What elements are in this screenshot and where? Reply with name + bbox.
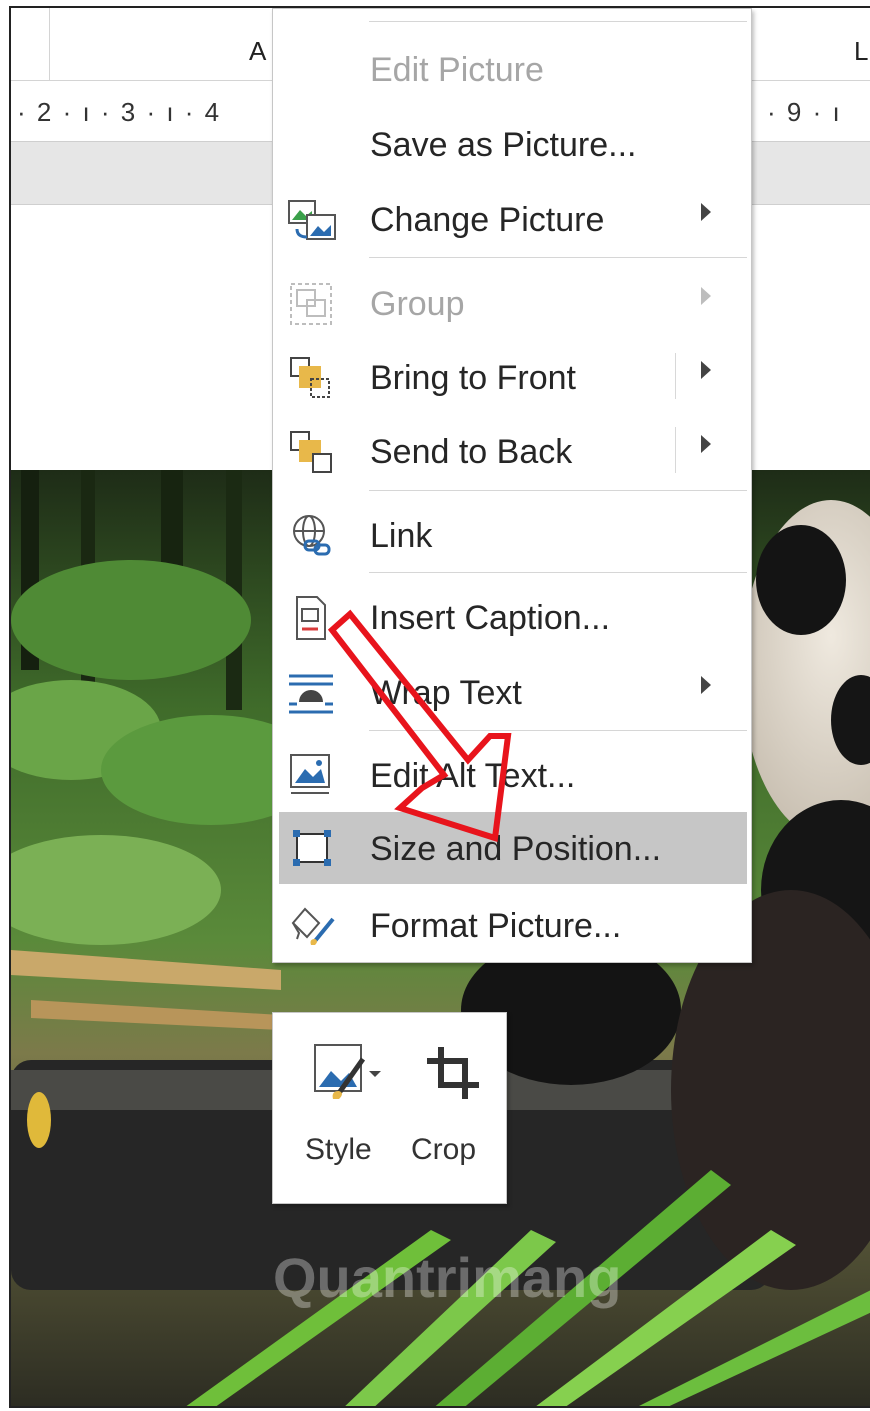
split-divider	[675, 353, 676, 399]
crop-icon	[427, 1047, 479, 1099]
send-to-back-icon	[290, 431, 332, 473]
menu-item-label: Format Picture...	[370, 907, 622, 945]
crop-button[interactable]: Crop	[405, 1013, 505, 1203]
style-label: Style	[305, 1133, 372, 1166]
menu-item-label: Size and Position...	[370, 830, 662, 868]
menu-separator	[369, 490, 747, 491]
menu-item-send-to-back[interactable]: Send to Back	[273, 415, 751, 487]
watermark-text: Quantrimang	[273, 1246, 622, 1309]
menu-item-label: Insert Caption...	[370, 599, 611, 637]
crop-label: Crop	[411, 1133, 477, 1166]
menu-item-label: Bring to Front	[370, 359, 576, 397]
menu-item-label: Edit Alt Text...	[370, 757, 576, 795]
menu-item-group[interactable]: Group	[273, 267, 751, 339]
alt-text-icon	[290, 754, 330, 794]
column-divider	[49, 8, 50, 80]
column-header-a[interactable]: A	[249, 36, 266, 67]
menu-item-change-picture[interactable]: Change Picture	[273, 183, 751, 255]
bring-to-front-icon	[290, 357, 330, 398]
menu-separator	[369, 572, 747, 573]
menu-item-bring-to-front[interactable]: Bring to Front	[273, 341, 751, 413]
menu-item-save-as-picture[interactable]: Save as Picture...	[273, 108, 751, 180]
wrap-text-icon	[289, 674, 333, 714]
submenu-arrow-icon	[701, 676, 711, 694]
split-divider	[675, 427, 676, 473]
menu-item-edit-alt-text[interactable]: Edit Alt Text...	[273, 739, 751, 811]
submenu-arrow-icon	[701, 361, 711, 379]
submenu-arrow-icon	[701, 203, 711, 221]
menu-item-wrap-text[interactable]: Wrap Text	[273, 656, 751, 728]
size-position-icon	[293, 830, 331, 866]
column-header-l[interactable]: L	[854, 36, 868, 67]
insert-caption-icon	[296, 596, 326, 640]
menu-item-format-picture[interactable]: Format Picture...	[273, 889, 751, 961]
mini-toolbar: Style Crop	[272, 1012, 507, 1204]
menu-item-label: Wrap Text	[370, 674, 522, 712]
menu-item-label: Edit Picture	[370, 51, 544, 89]
change-picture-icon	[288, 200, 336, 240]
format-picture-icon	[291, 907, 335, 945]
picture-style-icon	[314, 1044, 381, 1099]
style-button[interactable]: Style	[287, 1013, 397, 1203]
menu-item-edit-picture[interactable]: Edit Picture	[273, 33, 751, 105]
menu-separator	[369, 21, 747, 22]
menu-item-label: Save as Picture...	[370, 126, 637, 164]
link-icon	[293, 515, 331, 556]
menu-separator	[369, 257, 747, 258]
menu-separator	[369, 730, 747, 731]
context-menu: Edit Picture Save as Picture... Change P…	[272, 8, 752, 963]
menu-item-label: Send to Back	[370, 433, 573, 471]
menu-item-link[interactable]: Link	[273, 499, 751, 571]
ruler-left-marks: · 2 · ı · 3 · ı · 4	[17, 97, 222, 127]
group-icon	[290, 283, 332, 325]
submenu-arrow-icon	[701, 435, 711, 453]
menu-item-label: Group	[370, 285, 465, 323]
menu-item-label: Change Picture	[370, 201, 605, 239]
ruler-right-marks: · 9 · ı	[767, 97, 842, 127]
menu-item-insert-caption[interactable]: Insert Caption...	[273, 581, 751, 653]
menu-item-size-and-position[interactable]: Size and Position...	[279, 812, 747, 884]
submenu-arrow-icon	[701, 287, 711, 305]
menu-item-label: Link	[370, 517, 433, 555]
